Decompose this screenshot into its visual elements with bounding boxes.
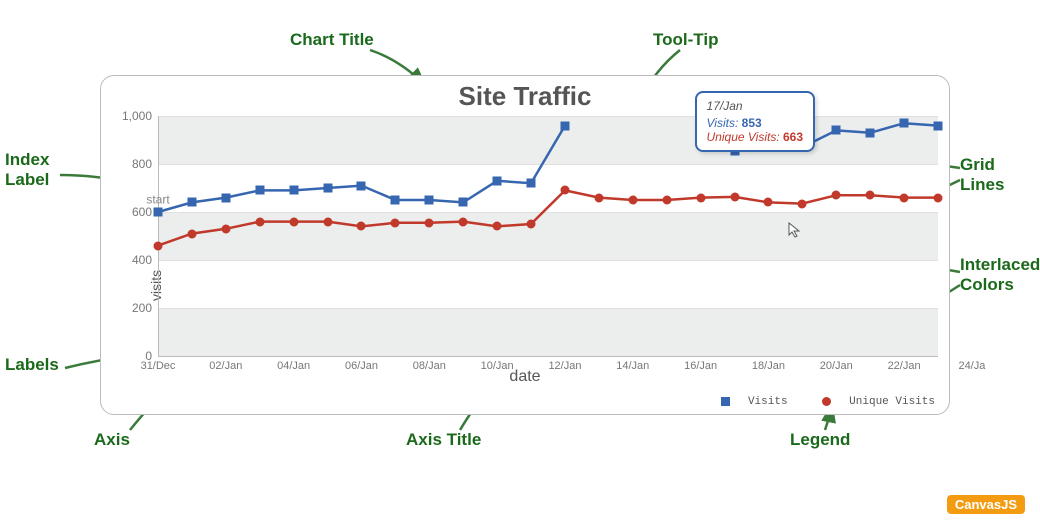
data-point[interactable]	[493, 222, 502, 231]
data-point[interactable]	[391, 196, 400, 205]
legend-item-unique[interactable]: Unique Visits	[808, 396, 935, 408]
tooltip-row-unique: Unique Visits: 663	[707, 130, 804, 144]
square-icon	[721, 397, 730, 406]
index-label: start	[146, 192, 169, 206]
data-point[interactable]	[391, 218, 400, 227]
data-point[interactable]	[289, 186, 298, 195]
data-point[interactable]	[425, 218, 434, 227]
data-point[interactable]	[594, 193, 603, 202]
data-point[interactable]	[560, 121, 569, 130]
legend-item-visits[interactable]: Visits	[707, 396, 788, 408]
y-tick-label: 200	[132, 301, 158, 315]
data-point[interactable]	[187, 229, 196, 238]
data-point[interactable]	[832, 126, 841, 135]
data-point[interactable]	[357, 222, 366, 231]
data-point[interactable]	[527, 179, 536, 188]
x-tick-label: 24/Ja	[958, 360, 985, 372]
data-point[interactable]	[187, 198, 196, 207]
data-point[interactable]	[934, 121, 943, 130]
legend-label-unique: Unique Visits	[849, 396, 935, 408]
data-point[interactable]	[696, 193, 705, 202]
data-point[interactable]	[221, 193, 230, 202]
data-point[interactable]	[934, 193, 943, 202]
data-point[interactable]	[798, 199, 807, 208]
data-point[interactable]	[289, 217, 298, 226]
data-point[interactable]	[764, 198, 773, 207]
brand-badge: CanvasJS	[947, 495, 1025, 514]
tooltip: 17/Jan Visits: 853Unique Visits: 663	[695, 91, 816, 152]
legend[interactable]: Visits Unique Visits	[693, 396, 935, 408]
y-tick-label: 1,000	[122, 109, 158, 123]
cursor-icon	[788, 222, 804, 238]
data-point[interactable]	[459, 198, 468, 207]
line-series-svg	[158, 116, 938, 356]
callout-labels: Labels	[5, 355, 59, 375]
data-point[interactable]	[493, 176, 502, 185]
y-tick-label: 400	[132, 253, 158, 267]
data-point[interactable]	[255, 186, 264, 195]
circle-icon	[822, 397, 831, 406]
data-point[interactable]	[425, 196, 434, 205]
data-point[interactable]	[154, 208, 163, 217]
data-point[interactable]	[323, 217, 332, 226]
plot-area: visits 02004006008001,00031/Dec02/Jan04/…	[158, 116, 938, 356]
data-point[interactable]	[323, 184, 332, 193]
data-point[interactable]	[866, 191, 875, 200]
legend-label-visits: Visits	[748, 396, 788, 408]
callout-grid-lines: Grid Lines	[960, 155, 1004, 195]
tooltip-date: 17/Jan	[707, 99, 804, 113]
data-point[interactable]	[459, 217, 468, 226]
callout-index-label: Index Label	[5, 150, 49, 190]
y-tick-label: 800	[132, 157, 158, 171]
callout-axis: Axis	[94, 430, 130, 450]
data-point[interactable]	[900, 119, 909, 128]
data-point[interactable]	[154, 241, 163, 250]
data-point[interactable]	[357, 181, 366, 190]
data-point[interactable]	[255, 217, 264, 226]
x-axis-title: date	[101, 368, 949, 386]
data-point[interactable]	[662, 196, 671, 205]
data-point[interactable]	[527, 220, 536, 229]
data-point[interactable]	[866, 128, 875, 137]
data-point[interactable]	[900, 193, 909, 202]
chart-container: Site Traffic visits 02004006008001,00031…	[100, 75, 950, 415]
data-point[interactable]	[832, 191, 841, 200]
x-axis-line	[158, 356, 938, 357]
callout-chart-title: Chart Title	[290, 30, 374, 50]
data-point[interactable]	[560, 186, 569, 195]
data-point[interactable]	[730, 192, 739, 201]
data-point[interactable]	[221, 224, 230, 233]
tooltip-row-visits: Visits: 853	[707, 116, 804, 130]
callout-tooltip: Tool-Tip	[653, 30, 718, 50]
chart-title: Site Traffic	[101, 81, 949, 112]
callout-interlaced: Interlaced Colors	[960, 255, 1040, 295]
data-point[interactable]	[628, 196, 637, 205]
